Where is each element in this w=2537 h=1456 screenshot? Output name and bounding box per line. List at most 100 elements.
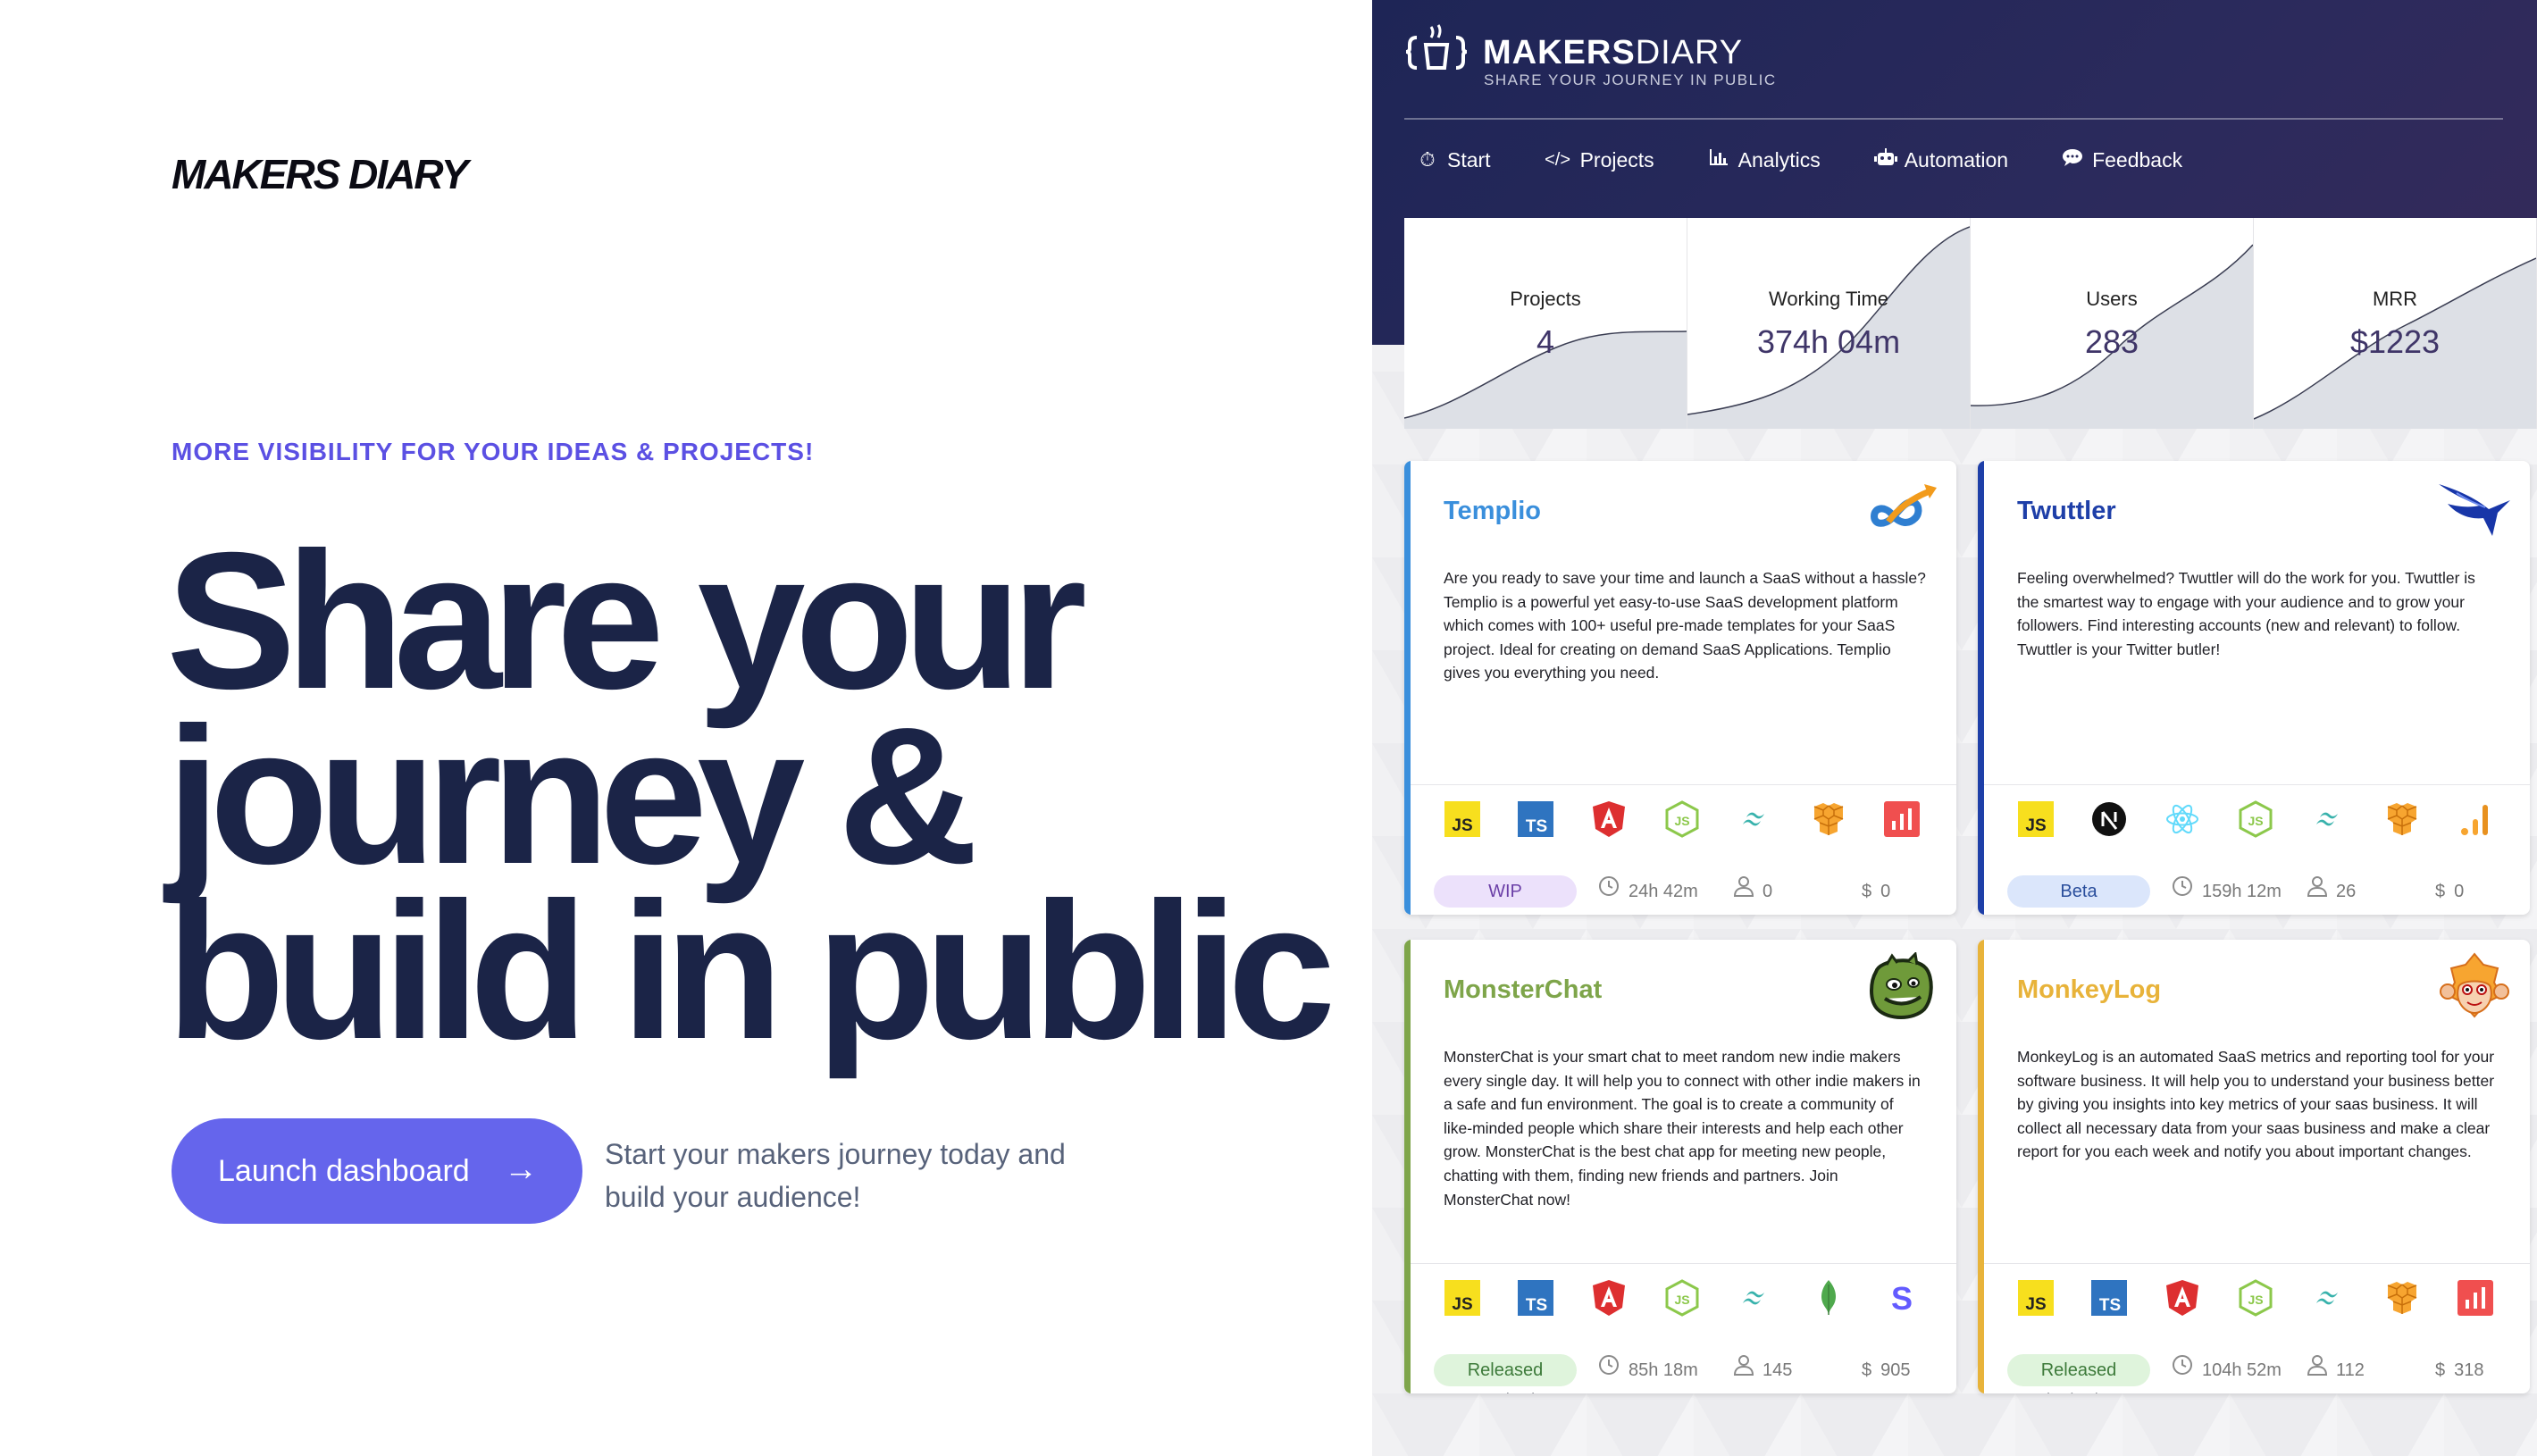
signal-icon <box>2457 800 2493 837</box>
js-icon: JS <box>1444 800 1480 837</box>
project-card[interactable]: MonsterChat MonsterChat is your smart ch… <box>1404 940 1956 1393</box>
nav-item-analytics[interactable]: Analytics <box>1708 147 1821 172</box>
stat-working-time: Working Time 374h 04m <box>1687 218 1971 429</box>
status-badge: Beta <box>2007 875 2150 908</box>
headline-line: journey & <box>166 688 978 905</box>
time-value: 85h 18m <box>1629 1360 1698 1380</box>
project-card[interactable]: Twuttler Feeling overwhelmed? Twuttler w… <box>1978 461 2530 915</box>
card-footer: WIP 24h 42m 0 $ 0 <box>1411 865 1956 915</box>
comment-icon <box>2062 147 2083 172</box>
tech-stack: JS JS <box>2017 799 2493 838</box>
tailwind-icon <box>2310 800 2347 837</box>
project-title[interactable]: MonkeyLog <box>2017 975 2161 1005</box>
dashboard-nav: ⏱ Start </> Projects Analytics Automatio… <box>1417 147 2236 172</box>
react-icon <box>2164 800 2200 837</box>
users-value: 112 <box>2336 1360 2365 1380</box>
nav-item-label: Analytics <box>1737 147 1821 172</box>
project-description: Are you ready to save your time and laun… <box>1444 569 1926 682</box>
card-footer: Released 104h 52m 112 $ 318 <box>1984 1343 2530 1393</box>
robot-icon <box>1873 147 1897 172</box>
dashboard-logo-name[interactable]: MAKERSDIARY <box>1483 34 1743 72</box>
aws-icon <box>1810 800 1846 837</box>
brand-logo[interactable]: MAKERS DIARY <box>172 150 468 198</box>
project-title[interactable]: Twuttler <box>2017 497 2116 526</box>
chart-icon <box>1883 800 1920 837</box>
users-metric: 145 <box>1733 1354 1792 1386</box>
launch-dashboard-button[interactable]: Launch dashboard → <box>172 1118 582 1224</box>
stripe-icon: S <box>1883 1279 1920 1316</box>
dollar-icon: $ <box>1862 1360 1872 1380</box>
project-title[interactable]: Templio <box>1444 497 1541 526</box>
stat-mrr: MRR $1223 <box>2254 218 2537 429</box>
clock-icon <box>1598 875 1620 908</box>
svg-text:JS: JS <box>2248 1293 2263 1307</box>
angular-icon <box>2164 1279 2200 1316</box>
code-icon: </> <box>1545 149 1571 170</box>
dollar-icon: $ <box>2435 882 2446 901</box>
logo-name-light: DIARY <box>1635 34 1744 71</box>
stat-users: Users 283 <box>1971 218 2254 429</box>
users-value: 26 <box>2336 882 2357 901</box>
card-accent-bar <box>1978 940 1984 1393</box>
project-title[interactable]: MonsterChat <box>1444 975 1602 1005</box>
revenue-value: 318 <box>2454 1360 2484 1380</box>
stat-label: Users <box>2086 288 2138 310</box>
card-footer: Released 85h 18m 145 $ 905 <box>1411 1343 1956 1393</box>
stat-label: Working Time <box>1768 288 1889 310</box>
aws-icon <box>2383 800 2420 837</box>
clock-icon <box>2172 1354 2193 1386</box>
ts-icon: TS <box>1517 1279 1553 1316</box>
stat-value: $1223 <box>2349 323 2441 360</box>
time-metric: 85h 18m <box>1598 1354 1698 1386</box>
project-card[interactable]: Templio Are you ready to save your time … <box>1404 461 1956 915</box>
stopwatch-icon: ⏱ <box>1419 148 1436 171</box>
js-icon: JS <box>2017 1279 2054 1316</box>
time-value: 24h 42m <box>1629 882 1698 901</box>
time-value: 159h 12m <box>2202 882 2282 901</box>
svg-text:JS: JS <box>2025 816 2046 835</box>
coffee-brace-icon <box>1405 24 1468 70</box>
status-badge: Released <box>2007 1354 2150 1386</box>
card-accent-bar <box>1404 940 1411 1393</box>
card-footer: Beta 159h 12m 26 $ 0 <box>1984 865 2530 915</box>
time-metric: 159h 12m <box>2172 875 2282 908</box>
nodejs-icon: JS <box>2237 799 2273 838</box>
tech-stack: JS TS JS S <box>1444 1278 1920 1317</box>
stat-label: Projects <box>1510 288 1581 310</box>
dollar-icon: $ <box>1862 882 1872 901</box>
svg-text:JS: JS <box>2248 814 2263 828</box>
nav-item-label: Automation <box>1904 147 2009 172</box>
stat-label: MRR <box>2372 288 2418 310</box>
bird-logo <box>2435 473 2514 545</box>
hero-headline: Share your journey & build in public <box>166 524 1335 1080</box>
svg-text:S: S <box>1890 1280 1912 1316</box>
angular-icon <box>1590 800 1627 837</box>
revenue-metric: $ 0 <box>2435 875 2464 908</box>
status-badge: Released <box>1434 1354 1577 1386</box>
users-metric: 0 <box>1733 875 1772 908</box>
nav-item-start[interactable]: ⏱ Start <box>1417 147 1490 172</box>
headline-line: build in public <box>166 863 1335 1080</box>
hero-subtext: Start your makers journey today and buil… <box>605 1138 1066 1213</box>
revenue-value: 0 <box>1880 882 1891 901</box>
nodejs-icon: JS <box>1663 1278 1700 1317</box>
tailwind-icon <box>2310 1279 2347 1316</box>
eyebrow-text: MORE VISIBILITY FOR YOUR IDEAS & PROJECT… <box>172 438 815 465</box>
nav-item-automation[interactable]: Automation <box>1873 147 2009 172</box>
launch-dashboard-label: Launch dashboard <box>218 1153 470 1188</box>
nav-item-feedback[interactable]: Feedback <box>2062 147 2182 172</box>
status-badge: WIP <box>1434 875 1577 908</box>
nav-item-projects[interactable]: </> Projects <box>1545 147 1654 172</box>
dashboard-tagline: SHARE YOUR JOURNEY IN PUBLIC <box>1484 71 1777 88</box>
svg-text:JS: JS <box>2025 1295 2046 1314</box>
project-card[interactable]: MonkeyLog MonkeyLog is an automated SaaS… <box>1978 940 2530 1393</box>
card-divider <box>1411 784 1956 785</box>
time-value: 104h 52m <box>2202 1360 2282 1380</box>
card-divider <box>1984 1263 2530 1264</box>
chart-icon <box>2457 1279 2493 1316</box>
tailwind-icon <box>1737 800 1773 837</box>
user-icon <box>1733 875 1754 908</box>
tech-stack: JS TS JS <box>2017 1278 2493 1317</box>
arrow-right-icon: → <box>504 1151 538 1188</box>
monkey-logo <box>2435 952 2514 1024</box>
